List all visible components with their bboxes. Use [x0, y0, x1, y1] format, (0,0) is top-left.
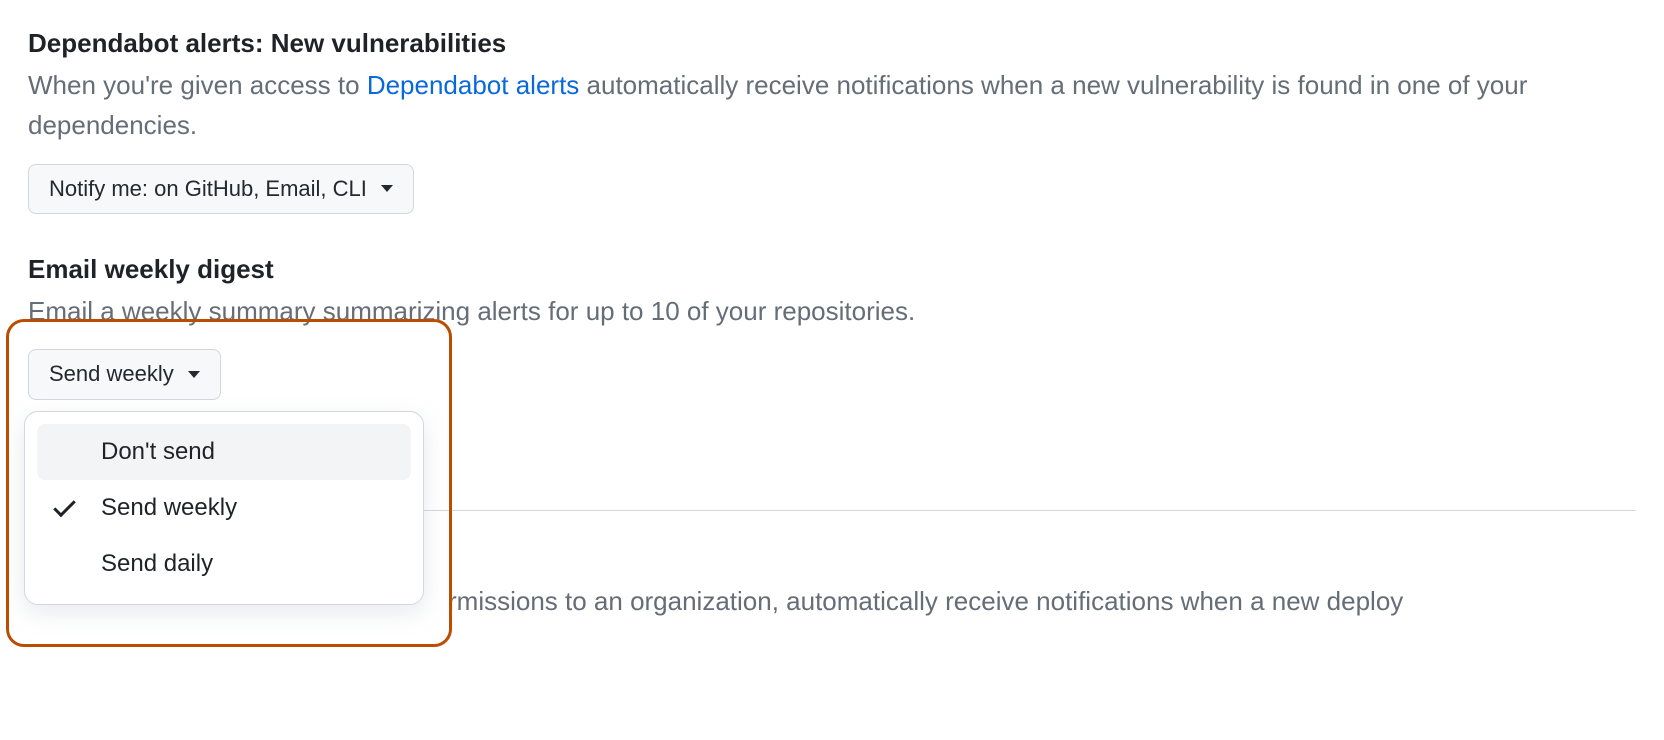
digest-dropdown-wrap: Send weekly Don't send Send weekly Send … [28, 349, 221, 400]
dependabot-heading: Dependabot alerts: New vulnerabilities [28, 28, 1636, 59]
caret-down-icon [381, 185, 393, 192]
caret-down-icon [188, 371, 200, 378]
digest-heading: Email weekly digest [28, 254, 1636, 285]
digest-option-label: Send daily [101, 550, 213, 578]
send-weekly-label: Send weekly [49, 360, 174, 389]
digest-option-label: Don't send [101, 438, 215, 466]
digest-option-dont-send[interactable]: Don't send [37, 424, 411, 480]
notify-me-dropdown-button[interactable]: Notify me: on GitHub, Email, CLI [28, 164, 414, 215]
dependabot-alerts-link[interactable]: Dependabot alerts [367, 70, 579, 100]
digest-option-send-daily[interactable]: Send daily [37, 536, 411, 592]
notify-me-label: Notify me: on GitHub, Email, CLI [49, 175, 367, 204]
email-weekly-digest-section: Email weekly digest Email a weekly summa… [28, 254, 1636, 400]
dependabot-description: When you're given access to Dependabot a… [28, 65, 1636, 146]
dependabot-alerts-section: Dependabot alerts: New vulnerabilities W… [28, 28, 1636, 214]
digest-option-send-weekly[interactable]: Send weekly [37, 480, 411, 536]
bottom-peek: On [28, 621, 1636, 641]
digest-description: Email a weekly summary summarizing alert… [28, 291, 1636, 331]
send-weekly-dropdown-button[interactable]: Send weekly [28, 349, 221, 400]
digest-dropdown-menu: Don't send Send weekly Send daily [24, 411, 424, 605]
dependabot-desc-prefix: When you're given access to [28, 70, 367, 100]
digest-option-label: Send weekly [101, 494, 237, 522]
